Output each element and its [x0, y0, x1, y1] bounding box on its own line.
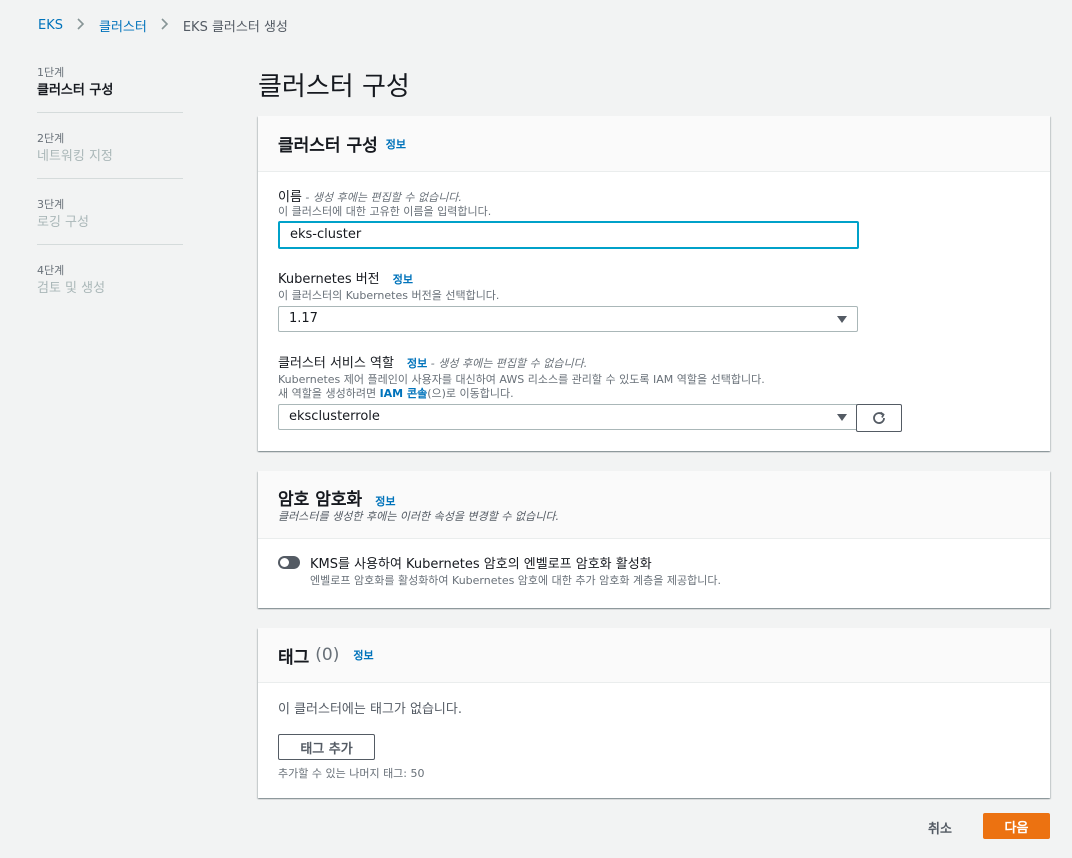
info-link[interactable]: 정보: [386, 136, 406, 152]
name-label: 이름: [278, 190, 302, 205]
step-number: 1단계: [37, 66, 65, 79]
add-tag-button[interactable]: 태그 추가: [278, 734, 375, 760]
panel-header: 태그 (0) 정보: [258, 628, 1050, 683]
panel-header: 암호 암호화 정보 클러스터를 생성한 후에는 이러한 속성을 변경할 수 없습…: [258, 471, 1050, 539]
toggle-label: KMS를 사용하여 Kubernetes 암호의 엔벨로프 암호화 활성화: [310, 557, 652, 572]
step-number: 2단계: [37, 132, 65, 145]
version-description: 이 클러스터의 Kubernetes 버전을 선택합니다.: [278, 289, 500, 302]
page-title: 클러스터 구성: [258, 72, 410, 102]
tags-panel: 태그 (0) 정보 이 클러스터에는 태그가 없습니다. 태그 추가 추가할 수…: [258, 628, 1050, 798]
info-link[interactable]: 정보: [407, 357, 427, 370]
refresh-roles-button[interactable]: [856, 404, 902, 432]
wizard-step-2: 2단계 네트워킹 지정: [37, 132, 183, 179]
wizard-step-1: 1단계 클러스터 구성: [37, 66, 183, 113]
role-hint: - 생성 후에는 편집할 수 없습니다.: [427, 357, 588, 370]
role-label: 클러스터 서비스 역할: [278, 356, 394, 371]
info-link[interactable]: 정보: [393, 273, 413, 286]
version-label: Kubernetes 버전: [278, 272, 380, 287]
no-tags-message: 이 클러스터에는 태그가 없습니다.: [278, 702, 462, 717]
cancel-button[interactable]: 취소: [928, 818, 952, 837]
kms-encryption-toggle[interactable]: [278, 556, 300, 569]
cluster-config-panel: 클러스터 구성 정보 이름 - 생성 후에는 편집할 수 없습니다. 이 클러스…: [258, 116, 1050, 451]
panel-subtitle: 클러스터를 생성한 후에는 이러한 속성을 변경할 수 없습니다.: [278, 510, 559, 523]
panel-title: 태그: [278, 647, 310, 668]
chevron-right-icon: [161, 17, 169, 34]
step-title: 검토 및 생성: [37, 281, 106, 296]
wizard-step-3: 3단계 로깅 구성: [37, 198, 183, 245]
name-description: 이 클러스터에 대한 고유한 이름을 입력합니다.: [278, 205, 492, 218]
breadcrumb-eks-link[interactable]: EKS: [38, 18, 63, 33]
selected-value: eksclusterrole: [289, 409, 380, 424]
panel-body: 이 클러스터에는 태그가 없습니다. 태그 추가 추가할 수 있는 나머지 태그…: [258, 683, 1050, 798]
secrets-encryption-panel: 암호 암호화 정보 클러스터를 생성한 후에는 이러한 속성을 변경할 수 없습…: [258, 471, 1050, 608]
refresh-icon: [873, 411, 885, 424]
panel-body: 이름 - 생성 후에는 편집할 수 없습니다. 이 클러스터에 대한 고유한 이…: [258, 172, 1050, 451]
next-button[interactable]: 다음: [983, 813, 1050, 839]
chevron-right-icon: [77, 17, 85, 34]
wizard-step-4: 4단계 검토 및 생성: [37, 264, 183, 310]
name-hint: - 생성 후에는 편집할 수 없습니다.: [301, 191, 462, 204]
breadcrumb-clusters-link[interactable]: 클러스터: [99, 16, 147, 35]
role-desc-text: (으)로 이동합니다.: [427, 387, 514, 400]
info-link[interactable]: 정보: [353, 647, 373, 663]
role-description-2: 새 역할을 생성하려면 IAM 콘솔(으)로 이동합니다.: [278, 387, 765, 401]
kubernetes-version-select[interactable]: 1.17: [278, 306, 858, 332]
panel-title: 클러스터 구성: [278, 136, 378, 156]
step-title: 네트워킹 지정: [37, 149, 113, 164]
cluster-role-select[interactable]: eksclusterrole: [278, 404, 858, 430]
caret-down-icon: [837, 316, 847, 323]
toggle-description: 엔벨로프 암호화를 활성화하여 Kubernetes 암호에 대한 추가 암호화…: [310, 574, 721, 587]
breadcrumb-current: EKS 클러스터 생성: [182, 20, 288, 35]
wizard-steps: 1단계 클러스터 구성 2단계 네트워킹 지정 3단계 로깅 구성 4단계 검토…: [37, 66, 183, 329]
step-number: 3단계: [37, 198, 65, 211]
tag-count: (0): [315, 645, 340, 665]
role-desc-text: 새 역할을 생성하려면: [278, 387, 380, 400]
breadcrumb: EKS 클러스터 EKS 클러스터 생성: [38, 16, 288, 35]
toggle-knob: [280, 558, 289, 567]
info-link[interactable]: 정보: [375, 495, 395, 508]
role-description: Kubernetes 제어 플레인이 사용자를 대신하여 AWS 리소스를 관리…: [278, 373, 765, 386]
panel-title: 암호 암호화: [278, 490, 363, 510]
iam-console-link[interactable]: IAM 콘솔: [380, 387, 428, 400]
remaining-tags: 추가할 수 있는 나머지 태그: 50: [278, 767, 425, 780]
step-number: 4단계: [37, 264, 65, 277]
panel-body: KMS를 사용하여 Kubernetes 암호의 엔벨로프 암호화 활성화 엔벨…: [258, 539, 1050, 608]
cluster-name-input[interactable]: eks-cluster: [278, 221, 859, 249]
caret-down-icon: [837, 414, 847, 421]
panel-header: 클러스터 구성 정보: [258, 116, 1050, 172]
step-title: 클러스터 구성: [37, 83, 114, 98]
selected-value: 1.17: [289, 311, 318, 326]
step-title: 로깅 구성: [37, 215, 89, 230]
